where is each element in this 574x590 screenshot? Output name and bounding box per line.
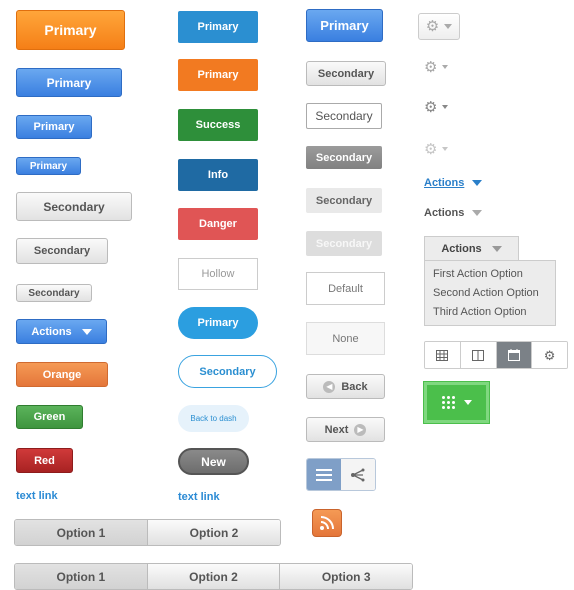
secondary-small-button[interactable]: Secondary: [16, 284, 92, 302]
apps-dropdown-button[interactable]: [424, 382, 489, 423]
caret-down-icon: [444, 24, 453, 29]
actions-dropdown-button[interactable]: Actions: [16, 319, 107, 344]
default-button[interactable]: Default: [306, 272, 385, 305]
actions-plain-dropdown[interactable]: Actions: [424, 205, 494, 221]
gear-dropdown-plain-1[interactable]: ⚙: [424, 58, 454, 76]
next-arrow-icon: ▶: [354, 423, 367, 436]
caret-down-icon: [442, 147, 449, 151]
gear-icon: ⚙: [425, 18, 440, 35]
share-icon[interactable]: [341, 459, 375, 490]
primary-pill-button[interactable]: Primary: [178, 307, 258, 339]
secondary-disabled-button: Secondary: [306, 231, 382, 256]
segment-option-3[interactable]: Option 3: [280, 564, 412, 589]
caret-down-icon: [491, 246, 502, 252]
next-button[interactable]: Next ▶: [306, 417, 385, 442]
dropdown-option[interactable]: Third Action Option: [425, 303, 555, 322]
green-button[interactable]: Green: [16, 405, 83, 429]
hollow-button[interactable]: Hollow: [178, 258, 258, 290]
secondary-button-1[interactable]: Secondary: [306, 61, 386, 86]
primary-orange-large-button[interactable]: Primary: [16, 10, 125, 50]
actions-label: Actions: [31, 325, 72, 338]
primary-button-col3[interactable]: Primary: [306, 9, 383, 42]
segment-option-2[interactable]: Option 2: [147, 564, 281, 589]
primary-small-button[interactable]: Primary: [16, 157, 81, 175]
none-button[interactable]: None: [306, 322, 385, 355]
new-button[interactable]: New: [178, 448, 249, 475]
dropdown-menu-open: Actions First Action Option Second Actio…: [424, 236, 556, 326]
list-icon[interactable]: [307, 459, 341, 490]
segment-option-1[interactable]: Option 1: [15, 520, 148, 545]
back-to-dash-button[interactable]: Back to dash: [178, 405, 249, 432]
dropdown-header-label: Actions: [441, 243, 482, 255]
view-toolbar: ⚙: [424, 341, 568, 369]
secondary-pill-button[interactable]: Secondary: [178, 355, 277, 388]
dots-grid-icon: [441, 396, 455, 409]
calendar-icon[interactable]: [496, 342, 533, 368]
caret-down-icon: [442, 105, 449, 109]
gear-dropdown-bordered[interactable]: ⚙: [418, 13, 460, 40]
dropdown-options: First Action Option Second Action Option…: [424, 260, 556, 326]
back-button[interactable]: ◀ Back: [306, 374, 385, 399]
caret-down-icon: [472, 180, 483, 186]
back-arrow-icon: ◀: [323, 380, 336, 393]
segment-option-1[interactable]: Option 1: [15, 564, 148, 589]
text-link-1[interactable]: text link: [16, 490, 58, 502]
danger-button[interactable]: Danger: [178, 208, 258, 240]
gear-icon: ⚙: [424, 98, 438, 116]
actions-link-dropdown[interactable]: Actions: [424, 175, 494, 191]
list-share-toggle: [306, 458, 376, 491]
dropdown-header[interactable]: Actions: [424, 236, 519, 261]
secondary-medium-button[interactable]: Secondary: [16, 238, 108, 264]
back-label: Back: [341, 380, 368, 393]
dropdown-option[interactable]: First Action Option: [425, 265, 555, 284]
next-label: Next: [324, 423, 349, 436]
primary-large-button[interactable]: Primary: [16, 68, 122, 97]
secondary-dark-button[interactable]: Secondary: [306, 146, 382, 169]
gear-dropdown-plain-3[interactable]: ⚙: [424, 140, 454, 158]
actions-link-label: Actions: [424, 177, 465, 189]
segmented-control-two: Option 1 Option 2: [14, 519, 281, 546]
caret-down-icon: [81, 328, 92, 335]
gear-icon: ⚙: [424, 140, 438, 158]
caret-down-icon: [442, 65, 449, 69]
secondary-large-button[interactable]: Secondary: [16, 192, 132, 221]
actions-plain-label: Actions: [424, 207, 465, 219]
columns-icon[interactable]: [460, 342, 497, 368]
secondary-button-2[interactable]: Secondary: [306, 103, 382, 129]
segment-option-2[interactable]: Option 2: [148, 520, 280, 545]
primary-flat-button[interactable]: Primary: [178, 11, 258, 43]
orange-button[interactable]: Orange: [16, 362, 108, 387]
info-button[interactable]: Info: [178, 159, 258, 191]
settings-icon[interactable]: ⚙: [532, 342, 567, 368]
red-button[interactable]: Red: [16, 448, 73, 473]
primary-medium-button[interactable]: Primary: [16, 115, 92, 139]
secondary-light-button[interactable]: Secondary: [306, 188, 382, 213]
text-link-2[interactable]: text link: [178, 491, 220, 503]
rss-icon[interactable]: [312, 509, 342, 537]
success-button[interactable]: Success: [178, 109, 258, 141]
caret-down-icon: [463, 400, 472, 405]
gear-dropdown-plain-2[interactable]: ⚙: [424, 98, 454, 116]
gear-icon: ⚙: [424, 58, 438, 76]
caret-down-icon: [472, 210, 483, 216]
dropdown-option[interactable]: Second Action Option: [425, 284, 555, 303]
grid-icon[interactable]: [425, 342, 461, 368]
primary-orange-flat-button[interactable]: Primary: [178, 59, 258, 91]
